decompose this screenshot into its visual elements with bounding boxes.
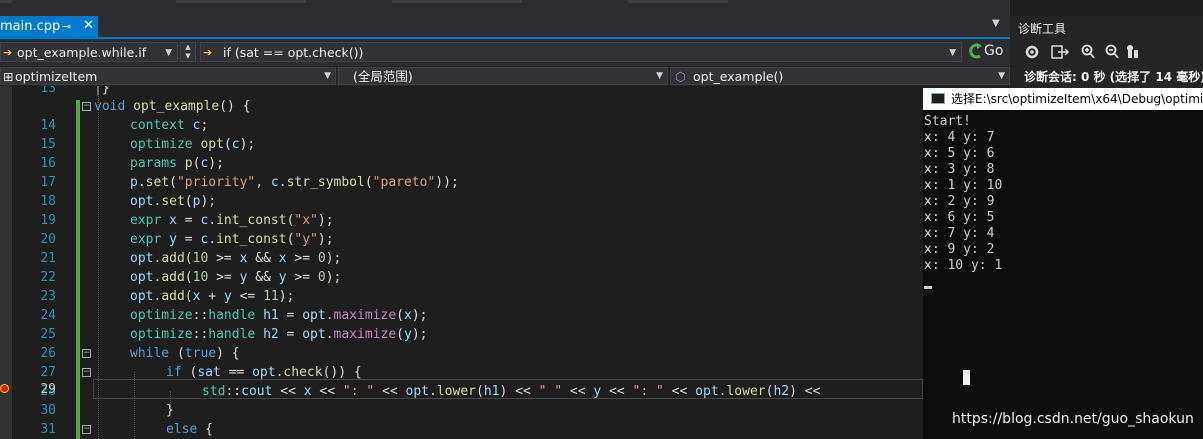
chevron-down-icon: ▼	[324, 71, 331, 81]
tab-label: main.cpp	[0, 19, 61, 34]
current-line-number: 29	[40, 382, 56, 397]
collapse-icon[interactable]: −	[82, 349, 91, 358]
code-line: else {	[166, 422, 213, 437]
debug-location-toolbar: ➔ opt_example.while.if ▼ ▲ ▼ ➔ if (sat ==…	[0, 39, 1010, 66]
code-line: void opt_example() {	[94, 99, 251, 114]
line-number: 24	[40, 308, 56, 323]
watermark: https://blog.csdn.net/guo_shaokun	[952, 411, 1194, 427]
chevron-down-icon: ▼	[998, 71, 1005, 81]
next-statement-arrow-icon: ➔	[203, 46, 213, 59]
chevron-down-icon: ▼	[165, 48, 172, 58]
collapse-icon[interactable]: −	[82, 368, 91, 377]
stepper-control[interactable]: ▲ ▼	[180, 42, 196, 62]
scope-combo[interactable]: (全局范围) ▼	[338, 67, 668, 85]
console-title: 选择E:\src\optimizeItem\x64\Debug\optimize…	[951, 92, 1203, 106]
console-output-line: x: 9 y: 2	[924, 242, 995, 257]
go-arrow-icon	[969, 43, 982, 59]
console-cursor	[924, 286, 932, 289]
stack-frame-combo[interactable]: ➔ opt_example.while.if ▼	[0, 42, 178, 62]
console-output-line: x: 7 y: 4	[924, 226, 995, 241]
indent-guide	[134, 372, 135, 439]
line-number: 14	[40, 118, 56, 133]
console-output-line: x: 10 y: 1	[924, 258, 1003, 273]
line-number: 21	[40, 251, 56, 266]
line-number: 17	[40, 175, 56, 190]
console-window[interactable]: 选择E:\src\optimizeItem\x64\Debug\optimize…	[923, 88, 1203, 439]
current-statement-arrow-icon: ➔	[3, 46, 13, 59]
line-number: 20	[40, 232, 56, 247]
line-number: 27	[40, 365, 56, 380]
function-combo[interactable]: ⬡ opt_example() ▼	[670, 67, 1010, 85]
code-line: optimize::handle h2 = opt.maximize(y);	[130, 327, 428, 342]
code-line: if (sat == opt.check()) {	[166, 365, 362, 380]
code-line: }	[166, 403, 174, 418]
collapse-icon[interactable]: −	[82, 102, 91, 111]
code-line: opt.add(10 >= y && y >= 0);	[130, 270, 342, 285]
line-number: 15	[40, 137, 56, 152]
code-line: optimize::handle h1 = opt.maximize(x);	[130, 308, 428, 323]
line-number: 19	[40, 213, 56, 228]
code-line: p.set("priority", c.str_symbol("pareto")…	[130, 175, 459, 190]
zoom-out-icon[interactable]	[1105, 44, 1119, 59]
line-number: 22	[40, 270, 56, 285]
code-line: opt.add(x + y <= 11);	[130, 289, 295, 304]
code-editor[interactable]: 13 14 15 16 17 18 19 20 21 22 23 24 25 2…	[0, 86, 1010, 439]
statement-combo[interactable]: ➔ if (sat == opt.check()) ▼	[200, 42, 962, 62]
diagnostic-tools-panel: 诊断工具 诊断会话: 0 秒 (选择了 14 毫秒)	[1010, 16, 1203, 88]
reset-zoom-icon[interactable]	[1127, 45, 1139, 59]
chevron-down-icon: ▼	[656, 71, 663, 81]
console-output-line: x: 1 y: 10	[924, 178, 1003, 193]
settings-gear-icon[interactable]	[1025, 45, 1039, 59]
title-strip	[0, 0, 1010, 16]
tab-list-dropdown-icon[interactable]: ▼	[992, 18, 1000, 29]
breakpoint-icon[interactable]	[0, 384, 9, 393]
code-line: while (true) {	[130, 346, 240, 361]
line-number: 25	[40, 327, 56, 342]
code-line: opt.set(p);	[130, 194, 217, 209]
code-line: opt.add(10 >= x && x >= 0);	[130, 251, 342, 266]
console-output-line: x: 2 y: 9	[924, 194, 995, 209]
chevron-down-icon: ▼	[949, 48, 956, 58]
line-number: 26	[40, 346, 56, 361]
console-output-line: Start!	[924, 114, 971, 129]
project-icon: ⊞	[3, 69, 14, 84]
console-output-line: x: 6 y: 5	[924, 210, 995, 225]
code-line: context c;	[130, 118, 209, 133]
code-line: |}	[94, 86, 110, 96]
console-title-bar[interactable]: 选择E:\src\optimizeItem\x64\Debug\optimize…	[923, 88, 1203, 110]
tab-main-cpp[interactable]: main.cpp ⊸ ✕	[0, 16, 98, 37]
pin-icon[interactable]: ⊸	[62, 16, 71, 37]
line-number: 13	[40, 86, 56, 96]
method-icon: ⬡	[675, 69, 686, 84]
navigation-bar: ⊞ optimizeItem ▼ (全局范围) ▼ ⬡ opt_example(…	[0, 66, 1010, 86]
mouse-ibeam-cursor	[963, 370, 970, 385]
code-line: params p(c);	[130, 156, 224, 171]
console-output-line: x: 3 y: 8	[924, 162, 995, 177]
code-line: expr x = c.int_const("x");	[130, 213, 334, 228]
console-output-line: x: 4 y: 7	[924, 130, 995, 145]
code-line: expr y = c.int_const("y");	[130, 232, 334, 247]
line-number: 31	[40, 422, 56, 437]
project-combo[interactable]: ⊞ optimizeItem ▼	[0, 67, 336, 85]
console-output-line: x: 5 y: 6	[924, 146, 995, 161]
panel-title: 诊断工具	[1018, 22, 1067, 36]
diagnostic-session-label: 诊断会话: 0 秒 (选择了 14 毫秒)	[1024, 70, 1203, 84]
code-line-current: std::cout << x << ": " << opt.lower(h1) …	[202, 384, 821, 399]
export-icon[interactable]	[1051, 45, 1070, 59]
line-number: 30	[40, 403, 56, 418]
code-line: optimize opt(c);	[130, 137, 256, 152]
collapse-icon[interactable]: −	[82, 425, 91, 434]
go-button[interactable]: Go	[966, 42, 1006, 62]
line-number: 23	[40, 289, 56, 304]
line-number: 16	[40, 156, 56, 171]
console-app-icon	[931, 93, 945, 104]
indent-guide	[98, 86, 99, 439]
diagnostic-toolbar	[1024, 43, 1144, 61]
document-tab-bar: main.cpp ⊸ ✕ ▼	[0, 16, 1010, 39]
line-number: 18	[40, 194, 56, 209]
change-tracking-bar	[76, 100, 80, 439]
close-icon[interactable]: ✕	[83, 15, 94, 36]
zoom-in-icon[interactable]	[1081, 44, 1095, 59]
